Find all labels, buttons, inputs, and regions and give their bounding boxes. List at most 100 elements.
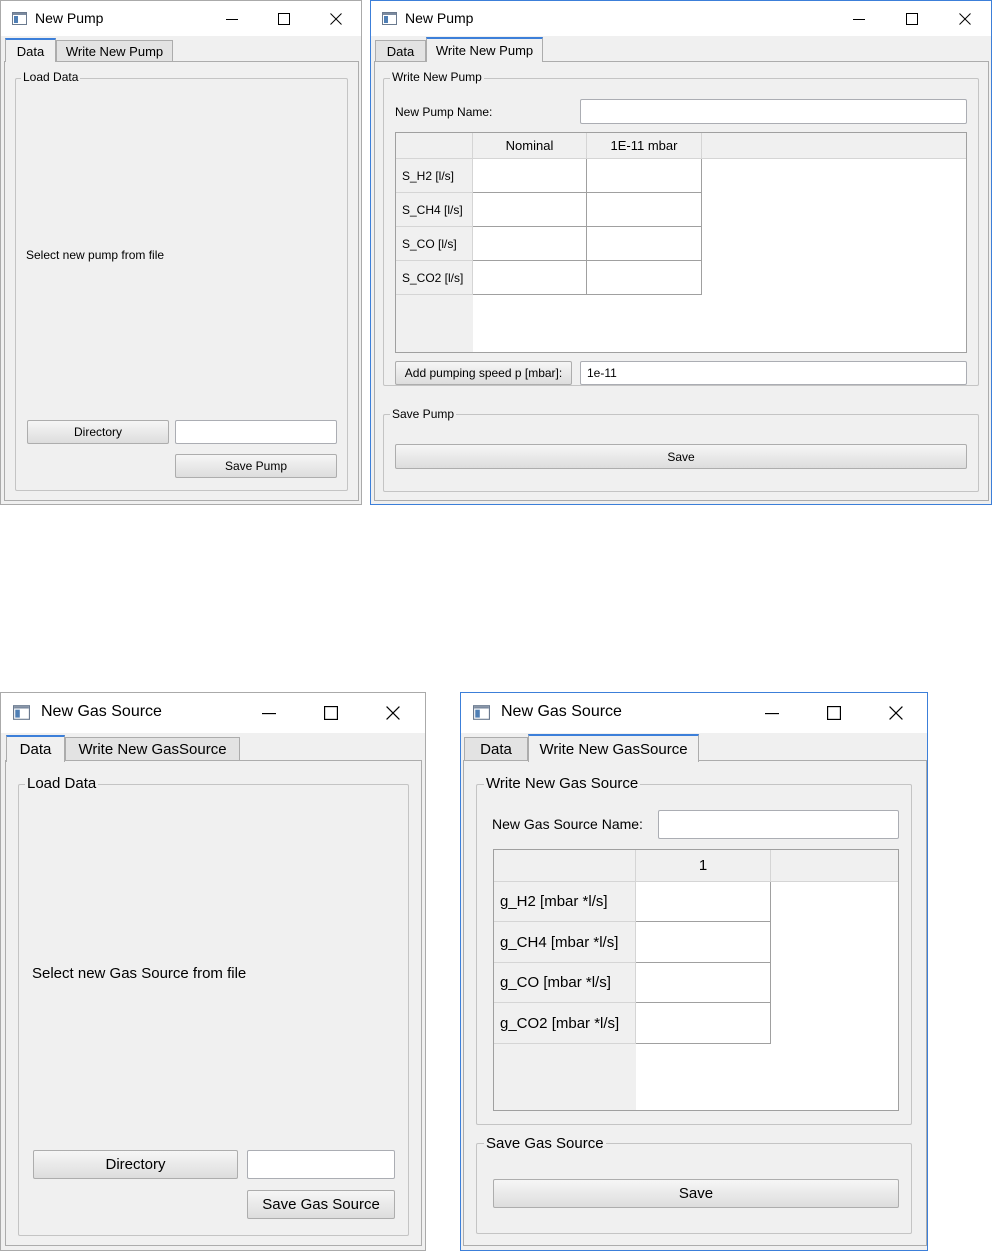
save-button[interactable]: Save (395, 444, 967, 469)
pump-name-label: New Pump Name: (395, 105, 493, 119)
window-title: New Gas Source (501, 703, 622, 720)
close-icon (330, 12, 342, 25)
tab-write-new-pump[interactable]: Write New Pump (56, 40, 173, 61)
row-header[interactable]: S_CO [l/s] (396, 227, 473, 261)
save-button[interactable]: Save (493, 1179, 899, 1208)
gas-source-table[interactable]: 1 g_H2 [mbar *l/s] g_CH4 [mbar *l/s] g_C… (493, 849, 899, 1111)
pump-data-window: New Pump Data Write New Pump Load Data S… (0, 0, 362, 505)
tab-pane: Write New Pump New Pump Name: Nominal 1E… (374, 61, 989, 501)
title-bar[interactable]: New Gas Source (461, 693, 927, 733)
minimize-icon (226, 18, 238, 20)
directory-path-field[interactable] (247, 1150, 395, 1179)
pump-write-window: New Pump Data Write New Pump Write New P… (370, 0, 992, 505)
tab-data[interactable]: Data (6, 735, 65, 762)
table-cell[interactable] (473, 227, 587, 261)
gas-source-name-field[interactable] (658, 810, 899, 839)
close-button[interactable] (367, 693, 419, 733)
tab-pane: Load Data Select new pump from file Dire… (4, 61, 359, 501)
group-title: Save Pump (390, 407, 457, 421)
minimize-icon (765, 713, 779, 715)
minimize-icon (262, 713, 276, 715)
maximize-icon (278, 12, 290, 25)
maximize-icon (324, 706, 338, 720)
row-header[interactable]: S_H2 [l/s] (396, 159, 473, 193)
row-header[interactable]: g_CO [mbar *l/s] (494, 963, 636, 1003)
directory-button[interactable]: Directory (33, 1150, 238, 1179)
table-cell[interactable] (473, 261, 587, 295)
table-cell[interactable] (587, 227, 702, 261)
minimize-icon (853, 18, 865, 20)
column-header[interactable]: 1 (636, 850, 771, 882)
table-cell[interactable] (636, 1003, 771, 1044)
save-pump-button[interactable]: Save Pump (175, 454, 337, 478)
group-title: Save Gas Source (484, 1135, 606, 1152)
row-header[interactable]: S_CO2 [l/s] (396, 261, 473, 295)
add-pumping-speed-button[interactable]: Add pumping speed p [mbar]: (395, 361, 572, 385)
table-cell[interactable] (636, 882, 771, 922)
close-button[interactable] (870, 693, 922, 733)
table-cell[interactable] (587, 193, 702, 227)
group-title: Write New Gas Source (484, 775, 641, 792)
row-header[interactable]: g_CO2 [mbar *l/s] (494, 1003, 636, 1044)
minimize-button[interactable] (836, 1, 882, 36)
title-bar[interactable]: New Pump (371, 1, 991, 36)
window-title: New Pump (405, 10, 474, 26)
close-icon (959, 12, 971, 25)
tab-write-new-gassource[interactable]: Write New GasSource (528, 734, 699, 762)
minimize-button[interactable] (746, 693, 798, 733)
table-cell[interactable] (636, 922, 771, 963)
column-header-pressure[interactable]: 1E-11 mbar (587, 133, 702, 159)
close-icon (889, 706, 903, 720)
table-cell[interactable] (587, 159, 702, 193)
close-button[interactable] (313, 1, 359, 36)
save-gas-source-button[interactable]: Save Gas Source (247, 1190, 395, 1219)
tab-data[interactable]: Data (375, 40, 426, 61)
select-file-prompt: Select new Gas Source from file (32, 965, 247, 982)
maximize-button[interactable] (261, 1, 307, 36)
close-icon (386, 706, 400, 720)
pumping-speed-table[interactable]: Nominal 1E-11 mbar S_H2 [l/s] S_CH4 [l/s… (395, 132, 967, 353)
maximize-button[interactable] (808, 693, 860, 733)
app-window-icon (12, 12, 27, 25)
minimize-button[interactable] (209, 1, 255, 36)
title-bar[interactable]: New Pump (1, 1, 361, 36)
table-cell[interactable] (587, 261, 702, 295)
gas-source-name-label: New Gas Source Name: (492, 816, 643, 832)
table-cell[interactable] (473, 159, 587, 193)
app-window-icon (473, 705, 490, 720)
group-title: Load Data (25, 775, 99, 792)
window-title: New Pump (35, 10, 104, 26)
row-header[interactable]: g_CH4 [mbar *l/s] (494, 922, 636, 963)
title-bar[interactable]: New Gas Source (1, 693, 425, 733)
tab-data[interactable]: Data (5, 38, 56, 62)
tab-data[interactable]: Data (464, 737, 528, 761)
table-cell[interactable] (636, 963, 771, 1003)
maximize-icon (827, 706, 841, 720)
gas-write-window: New Gas Source Data Write New GasSource … (460, 692, 928, 1251)
tab-pane: Write New Gas Source New Gas Source Name… (463, 760, 927, 1246)
maximize-button[interactable] (889, 1, 935, 36)
gas-data-window: New Gas Source Data Write New GasSource … (0, 692, 426, 1251)
app-window-icon (13, 705, 30, 720)
maximize-icon (906, 12, 918, 25)
group-title: Load Data (21, 70, 81, 84)
minimize-button[interactable] (243, 693, 295, 733)
app-window-icon (382, 12, 397, 25)
row-header[interactable]: g_H2 [mbar *l/s] (494, 882, 636, 922)
tab-write-new-gassource[interactable]: Write New GasSource (65, 737, 240, 761)
directory-button[interactable]: Directory (27, 420, 169, 444)
tab-write-new-pump[interactable]: Write New Pump (426, 37, 543, 62)
column-header-nominal[interactable]: Nominal (473, 133, 587, 159)
select-file-prompt: Select new pump from file (26, 248, 165, 262)
group-title: Write New Pump (390, 70, 484, 84)
pump-name-field[interactable] (580, 99, 967, 124)
directory-path-field[interactable] (175, 420, 337, 444)
pumping-speed-pressure-field[interactable] (580, 361, 967, 385)
table-cell[interactable] (473, 193, 587, 227)
row-header[interactable]: S_CH4 [l/s] (396, 193, 473, 227)
maximize-button[interactable] (305, 693, 357, 733)
table-corner (494, 850, 636, 882)
window-title: New Gas Source (41, 703, 162, 720)
close-button[interactable] (942, 1, 988, 36)
table-corner (396, 133, 473, 159)
